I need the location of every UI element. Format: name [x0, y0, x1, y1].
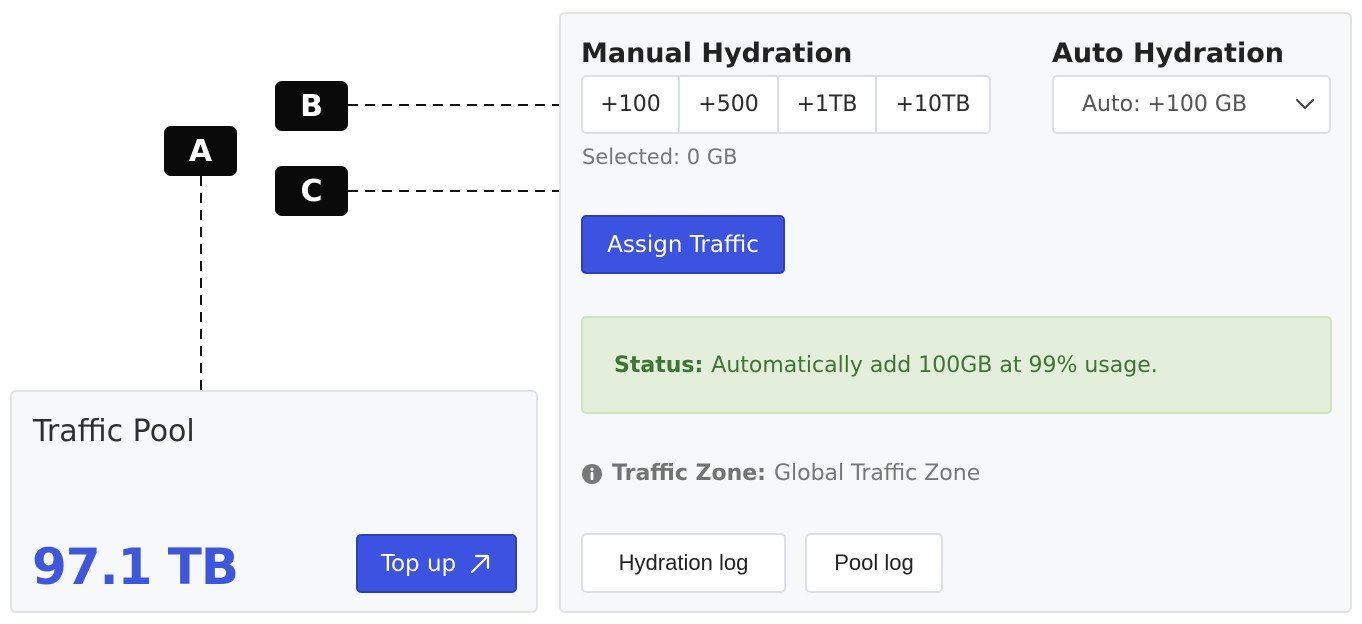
traffic-pool-value: 97.1 TB [32, 538, 239, 596]
selected-amount-text: Selected: 0 GB [582, 145, 738, 169]
traffic-zone-row: Traffic Zone: Global Traffic Zone [581, 461, 980, 486]
hydrate-10tb-button[interactable]: +10TB [877, 77, 989, 132]
top-up-label: Top up [380, 550, 457, 577]
assign-traffic-label: Assign Traffic [607, 231, 759, 258]
callout-badge-a: A [164, 126, 237, 176]
auto-hydration-select[interactable]: Auto: +100 GB [1052, 75, 1331, 134]
top-up-button[interactable]: Top up [356, 534, 517, 593]
hydration-log-button[interactable]: Hydration log [581, 533, 786, 593]
info-circle-icon [582, 463, 602, 484]
status-label: Status: [614, 352, 704, 378]
hydrate-500-button[interactable]: +500 [680, 77, 779, 132]
manual-hydration-title: Manual Hydration [581, 38, 853, 69]
annotated-ui-screenshot: A B C Traffic Pool 97.1 TB Top up Manual… [0, 0, 1362, 624]
chevron-down-icon [1296, 99, 1314, 109]
hydration-log-label: Hydration log [618, 550, 749, 575]
pool-log-label: Pool log [834, 550, 914, 575]
callout-badge-b: B [275, 81, 348, 131]
pool-log-button[interactable]: Pool log [805, 533, 943, 593]
auto-hydration-title: Auto Hydration [1052, 38, 1284, 69]
traffic-pool-title: Traffic Pool [33, 414, 195, 449]
traffic-zone-label: Traffic Zone: [612, 461, 766, 486]
hydration-panel: Manual Hydration Auto Hydration +100 +50… [559, 12, 1352, 613]
callout-badge-c: C [275, 166, 348, 216]
auto-hydration-selected-value: Auto: +100 GB [1082, 92, 1248, 117]
hydrate-100-button[interactable]: +100 [583, 77, 680, 132]
arrow-up-right-icon [471, 554, 490, 573]
status-alert: Status: Automatically add 100GB at 99% u… [581, 316, 1332, 414]
status-text: Automatically add 100GB at 99% usage. [711, 352, 1158, 378]
assign-traffic-button[interactable]: Assign Traffic [581, 215, 785, 274]
manual-hydration-button-group: +100 +500 +1TB +10TB [581, 75, 991, 134]
traffic-zone-value: Global Traffic Zone [773, 461, 981, 486]
traffic-pool-card: Traffic Pool 97.1 TB Top up [10, 390, 538, 613]
hydrate-1tb-button[interactable]: +1TB [779, 77, 877, 132]
